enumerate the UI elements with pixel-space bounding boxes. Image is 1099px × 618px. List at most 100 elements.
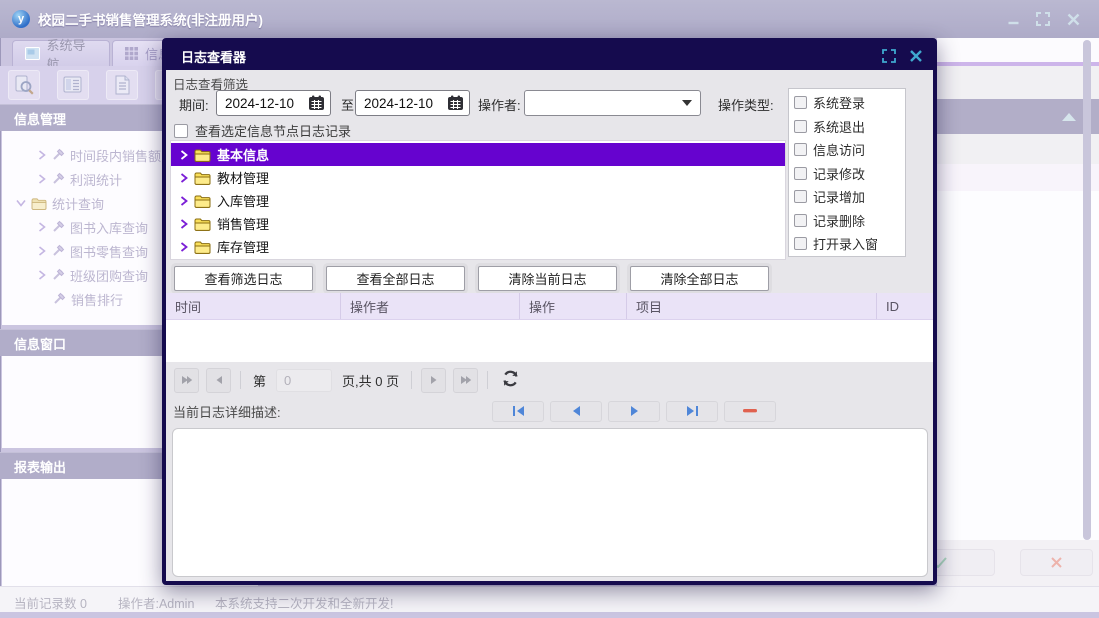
tree-node-textbook-mgmt[interactable]: 教材管理 [171,166,785,189]
folder-icon [31,197,47,210]
tool-icon [53,244,65,256]
date-to-input[interactable]: 2024-12-10 [355,90,470,116]
document-icon [115,75,130,95]
dialog-close-icon[interactable] [908,49,923,64]
calendar-icon[interactable] [308,95,325,111]
operation-type-option[interactable]: 打开录入窗 [794,232,905,256]
tool-icon [54,292,66,304]
clear-current-logs-button[interactable]: 清除当前日志 [478,266,617,291]
vertical-scrollbar[interactable] [1083,40,1091,540]
operation-type-option[interactable]: 记录修改 [794,162,905,186]
separator [487,371,489,389]
dialog-maximize-icon[interactable] [881,49,896,64]
view-filtered-logs-button[interactable]: 查看筛选日志 [174,266,313,291]
page-number-input[interactable] [276,368,333,392]
operation-type-option[interactable]: 系统登录 [794,91,905,115]
tab-system-navigation[interactable]: 系统导航 [12,38,110,72]
operation-type-label: 操作类型: [718,98,774,113]
tree-node-inventory-mgmt[interactable]: 库存管理 [171,235,785,258]
prev-page-button[interactable] [206,367,231,393]
operation-type-option[interactable]: 记录增加 [794,185,905,209]
chevron-right-icon[interactable] [180,241,188,252]
checkbox[interactable] [794,119,807,133]
content-strip [937,191,1099,540]
chevron-right-icon [38,270,46,280]
column-header-id[interactable]: ID [877,293,933,319]
folder-icon [194,195,211,208]
separator [411,371,413,389]
last-page-button[interactable] [453,367,479,393]
operation-type-option[interactable]: 系统退出 [794,115,905,139]
search-button[interactable] [8,70,40,100]
operator-select[interactable] [524,90,701,116]
checkbox[interactable] [794,237,807,251]
main-content-right [885,38,1099,588]
tool-icon [53,268,65,280]
record-first-button[interactable] [492,400,544,422]
statusbar: 当前记录数 0 操作者:Admin 本系统支持二次开发和全新开发! [0,586,1099,612]
calendar-icon[interactable] [447,95,464,111]
log-detail-textarea[interactable] [172,428,928,577]
sidebar-item-label: 班级团购查询 [70,268,149,284]
column-header-operation[interactable]: 操作 [520,293,627,319]
checkbox[interactable] [794,166,807,180]
document-button[interactable] [106,70,138,100]
tree-node-sales-mgmt[interactable]: 销售管理 [171,212,785,235]
chevron-right-icon[interactable] [180,218,188,229]
dialog-title: 日志查看器 [181,49,247,65]
chevron-right-icon[interactable] [180,172,188,183]
operation-type-option[interactable]: 记录删除 [794,209,905,233]
window-title: 校园二手书销售管理系统(非注册用户) [38,13,263,28]
date-to-value: 2024-12-10 [364,95,434,111]
tool-icon [53,172,65,184]
sidebar-item-label: 时间段内销售额 [70,148,162,164]
record-last-button[interactable] [666,400,718,422]
chevron-right-icon[interactable] [180,149,188,160]
checkbox[interactable] [794,213,807,227]
log-table-header: 时间 操作者 操作 项目 ID [166,293,933,320]
clear-all-logs-button[interactable]: 清除全部日志 [630,266,769,291]
column-header-item[interactable]: 项目 [627,293,877,319]
next-page-button[interactable] [421,367,447,393]
view-all-logs-button[interactable]: 查看全部日志 [326,266,465,291]
refresh-button[interactable] [501,369,520,391]
checkbox[interactable] [794,143,807,157]
cancel-button[interactable] [1020,549,1093,576]
checkbox[interactable] [794,190,807,204]
folder-icon [194,172,211,185]
collapse-up-icon[interactable] [1062,113,1076,121]
form-view-button[interactable] [57,70,89,100]
record-next-button[interactable] [608,400,660,422]
first-page-button[interactable] [174,367,199,393]
window-icon [25,47,40,60]
detail-label: 当前日志详细描述: [173,404,281,420]
tree-node-inbound-mgmt[interactable]: 入库管理 [171,189,785,212]
chevron-right-icon[interactable] [180,195,188,206]
content-strip [937,38,1099,62]
record-prev-button[interactable] [550,400,602,422]
grid-icon [125,47,138,60]
refresh-icon [503,370,518,387]
tool-icon [53,148,65,160]
checkbox[interactable] [174,123,188,138]
sidebar-item-label: 统计查询 [52,196,105,212]
log-viewer-dialog: 日志查看器 日志查看筛选 期间: 2024-12-10 至 2024-12-10 [162,38,937,585]
window-controls [1005,11,1087,27]
operation-type-option[interactable]: 信息访问 [794,138,905,162]
tree-node-basic-info[interactable]: 基本信息 [171,143,785,166]
log-node-tree: 基本信息 教材管理 入库管理 销售管理 库存管理 [170,140,786,260]
node-filter-checkbox-row[interactable]: 查看选定信息节点日志记录 [174,121,351,140]
tool-icon [53,220,65,232]
folder-icon [194,241,211,254]
chevron-right-icon [38,246,46,256]
checkbox[interactable] [794,96,807,110]
column-header-operator[interactable]: 操作者 [341,293,520,319]
column-header-time[interactable]: 时间 [166,293,341,319]
restore-icon[interactable] [1035,11,1051,27]
date-from-input[interactable]: 2024-12-10 [216,90,331,116]
minimize-icon[interactable] [1005,11,1021,27]
close-icon[interactable] [1065,11,1081,27]
period-label: 期间: [179,98,209,113]
content-strip [937,134,1099,164]
record-delete-button[interactable] [724,400,776,422]
